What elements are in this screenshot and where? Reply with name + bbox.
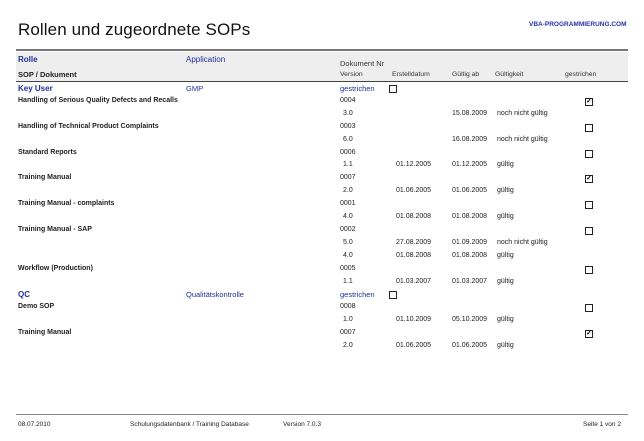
erstelldatum-value: 01.06.2005 <box>396 187 432 195</box>
sop-gestrichen-checkbox[interactable] <box>585 149 593 158</box>
sop-name: Standard Reports <box>18 148 77 156</box>
erstelldatum-value: 01.10.2009 <box>396 316 432 324</box>
document-number: 0007 <box>340 329 356 337</box>
erstelldatum-value: 01.12.2005 <box>396 161 432 169</box>
sop-name: Handling of Technical Product Complaints <box>18 122 159 130</box>
version-value: 1.1 <box>343 161 353 169</box>
gueltig-ab-value: 01.12.2005 <box>452 161 488 169</box>
erstelldatum-value: 27.08.2009 <box>396 238 432 246</box>
brand-logo-text: VBA-PROGRAMMIERUNG.COM <box>529 21 627 28</box>
sop-gestrichen-checkbox[interactable] <box>585 226 593 235</box>
document-number: 0006 <box>340 148 356 156</box>
version-value: 1.0 <box>343 316 353 324</box>
gueltig-ab-value: 16.08.2009 <box>452 135 488 143</box>
gueltigkeit-value: gültig <box>497 342 514 349</box>
footer-version: Version 7.0.3 <box>283 421 321 428</box>
sop-name: Training Manual <box>18 174 72 182</box>
erstelldatum-value: 01.08.2008 <box>396 213 432 220</box>
sop-gestrichen-checkbox[interactable]: ✓ <box>585 330 593 339</box>
sop-gestrichen-checkbox[interactable] <box>585 304 593 313</box>
col-header-gestrichen: gestrichen <box>565 71 597 78</box>
gueltig-ab-value: 01.03.2007 <box>452 277 488 285</box>
version-value: 4.0 <box>343 213 353 220</box>
gueltig-ab-value: 01.08.2008 <box>452 251 488 259</box>
col-header-gueltigkeit: Gültigkeit <box>495 71 524 78</box>
col-header-rolle: Rolle <box>18 55 38 64</box>
gueltig-ab-value: 05.10.2009 <box>452 316 488 324</box>
gueltigkeit-value: gültig <box>497 251 514 259</box>
header-top-rule <box>16 49 628 51</box>
gueltigkeit-value: gültig <box>497 213 514 220</box>
group-application: GMP <box>186 84 204 93</box>
group-application: Qualitätskontrolle <box>186 290 244 300</box>
version-value: 5.0 <box>343 238 353 246</box>
erstelldatum-value: 01.03.2007 <box>396 277 432 285</box>
col-header-version: Version <box>340 71 363 78</box>
gueltigkeit-value: gültig <box>497 277 514 285</box>
sop-gestrichen-checkbox[interactable]: ✓ <box>585 97 593 106</box>
footer-database: Schulungsdatenbank / Training Database <box>130 421 249 428</box>
gueltigkeit-value: noch nicht gültig <box>497 238 548 246</box>
sop-gestrichen-checkbox[interactable]: ✓ <box>585 175 593 184</box>
version-value: 2.0 <box>343 187 353 195</box>
header-bottom-rule <box>16 81 628 82</box>
col-header-erstelldatum: Erstelldatum <box>392 71 430 78</box>
gueltigkeit-value: gültig <box>497 187 514 195</box>
sop-name: Training Manual <box>18 329 72 337</box>
document-number: 0007 <box>340 174 356 182</box>
col-header-sop-dokument: SOP / Dokument <box>18 70 77 79</box>
gueltigkeit-value: noch nicht gültig <box>497 109 548 117</box>
group-role: Key User <box>18 84 53 93</box>
gueltig-ab-value: 01.06.2005 <box>452 342 488 349</box>
version-value: 4.0 <box>343 251 353 259</box>
gueltig-ab-value: 01.09.2009 <box>452 238 488 246</box>
document-number: 0008 <box>340 303 356 311</box>
document-number: 0002 <box>340 225 356 233</box>
gueltigkeit-value: gültig <box>497 316 514 324</box>
footer-date: 08.07.2010 <box>18 421 51 428</box>
sop-gestrichen-checkbox[interactable] <box>585 201 593 210</box>
footer-rule <box>16 414 628 415</box>
sop-name: Training Manual - complaints <box>18 200 115 208</box>
version-value: 6.0 <box>343 135 353 143</box>
footer-page: Seite 1 von 2 <box>583 421 621 428</box>
gueltig-ab-value: 15.08.2009 <box>452 109 488 117</box>
sop-name: Training Manual - SAP <box>18 225 92 233</box>
document-number: 0005 <box>340 264 356 272</box>
version-value: 3.0 <box>343 109 353 117</box>
group-gestrichen-label: gestrichen <box>340 84 375 93</box>
group-gestrichen-checkbox[interactable] <box>389 291 397 300</box>
column-header-band <box>16 52 628 82</box>
version-value: 2.0 <box>343 342 353 349</box>
group-gestrichen-label: gestrichen <box>340 290 375 300</box>
document-number: 0001 <box>340 200 356 208</box>
group-gestrichen-checkbox[interactable] <box>389 85 397 93</box>
document-number: 0003 <box>340 122 356 130</box>
document-number: 0004 <box>340 96 356 104</box>
gueltig-ab-value: 01.06.2005 <box>452 187 488 195</box>
gueltigkeit-value: gültig <box>497 161 514 169</box>
gueltigkeit-value: noch nicht gültig <box>497 135 548 143</box>
col-header-dokument-nr: Dokument Nr <box>340 59 385 68</box>
gueltig-ab-value: 01.08.2008 <box>452 213 488 220</box>
erstelldatum-value: 01.06.2005 <box>396 342 432 349</box>
sop-gestrichen-checkbox[interactable] <box>585 123 593 132</box>
report-title: Rollen und zugeordnete SOPs <box>18 20 251 39</box>
sop-name: Workflow (Production) <box>18 264 93 272</box>
col-header-gueltig-ab: Gültig ab <box>452 71 480 78</box>
sop-name: Demo SOP <box>18 303 55 311</box>
version-value: 1.1 <box>343 277 353 285</box>
col-header-application: Application <box>186 55 226 64</box>
group-role: QC <box>18 290 30 300</box>
erstelldatum-value: 01.08.2008 <box>396 251 432 259</box>
sop-name: Handling of Serious Quality Defects and … <box>18 96 178 104</box>
sop-gestrichen-checkbox[interactable] <box>585 265 593 274</box>
